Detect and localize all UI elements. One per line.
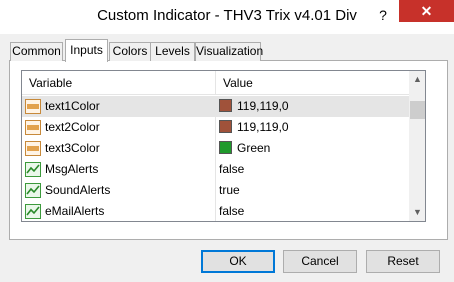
variable-cell[interactable]: text1Color (22, 96, 215, 117)
color-param-icon (25, 99, 41, 114)
table-row[interactable]: text2Color 119,119,0 (22, 117, 409, 138)
ok-button[interactable]: OK (201, 250, 275, 273)
scroll-thumb[interactable] (410, 101, 425, 119)
value-cell[interactable]: 119,119,0 (216, 96, 409, 117)
variable-name: text3Color (45, 141, 100, 155)
title-bar[interactable]: Custom Indicator - THV3 Trix v4.01 Div ?… (0, 0, 454, 34)
table-row[interactable]: MsgAlerts false (22, 159, 409, 180)
table-row[interactable]: eMailAlerts false (22, 201, 409, 221)
cancel-button[interactable]: Cancel (283, 250, 357, 273)
bool-param-icon (25, 183, 41, 198)
grid-header: Variable Value (22, 71, 409, 95)
tab-common[interactable]: Common (10, 42, 63, 61)
value-text: false (219, 204, 245, 218)
value-cell[interactable]: true (216, 180, 409, 201)
value-text: true (219, 183, 240, 197)
value-cell[interactable]: false (216, 159, 409, 180)
value-cell[interactable]: Green (216, 138, 409, 159)
variable-cell[interactable]: SoundAlerts (22, 180, 215, 201)
table-row[interactable]: text3Color Green (22, 138, 409, 159)
table-row[interactable]: SoundAlerts true (22, 180, 409, 201)
vertical-scrollbar[interactable]: ▲ ▼ (409, 71, 425, 221)
variable-cell[interactable]: text2Color (22, 117, 215, 138)
value-text: 119,119,0 (237, 120, 289, 134)
table-row[interactable]: text1Color 119,119,0 (22, 96, 409, 117)
color-swatch (219, 99, 232, 112)
scroll-up-icon[interactable]: ▲ (409, 71, 425, 88)
help-button[interactable]: ? (371, 4, 395, 26)
tab-visualization[interactable]: Visualization (195, 42, 263, 61)
value-text: Green (237, 141, 271, 155)
value-text: 119,119,0 (237, 99, 289, 113)
variable-name: text1Color (45, 99, 100, 113)
bool-param-icon (25, 162, 41, 177)
scroll-down-icon[interactable]: ▼ (409, 204, 425, 221)
color-swatch (219, 141, 232, 154)
variable-name: MsgAlerts (45, 162, 99, 176)
reset-button[interactable]: Reset (366, 250, 440, 273)
color-param-icon (25, 141, 41, 156)
variable-cell[interactable]: eMailAlerts (22, 201, 215, 221)
close-button[interactable]: ✕ (399, 0, 454, 22)
column-header-value[interactable]: Value (216, 71, 409, 95)
bool-param-icon (25, 204, 41, 219)
inputs-grid[interactable]: Variable Value text1Color 119,119,0 text… (21, 70, 426, 222)
color-swatch (219, 120, 232, 133)
value-cell[interactable]: false (216, 201, 409, 221)
value-text: false (219, 162, 245, 176)
variable-cell[interactable]: text3Color (22, 138, 215, 159)
column-header-variable[interactable]: Variable (22, 71, 215, 95)
variable-cell[interactable]: MsgAlerts (22, 159, 215, 180)
variable-name: SoundAlerts (45, 183, 111, 197)
tab-levels[interactable]: Levels (150, 42, 195, 61)
variable-name: text2Color (45, 120, 100, 134)
variable-name: eMailAlerts (45, 204, 105, 218)
value-cell[interactable]: 119,119,0 (216, 117, 409, 138)
color-param-icon (25, 120, 41, 135)
tab-inputs[interactable]: Inputs (65, 39, 108, 62)
custom-indicator-dialog: Custom Indicator - THV3 Trix v4.01 Div ?… (0, 0, 454, 282)
tab-colors[interactable]: Colors (109, 42, 151, 61)
